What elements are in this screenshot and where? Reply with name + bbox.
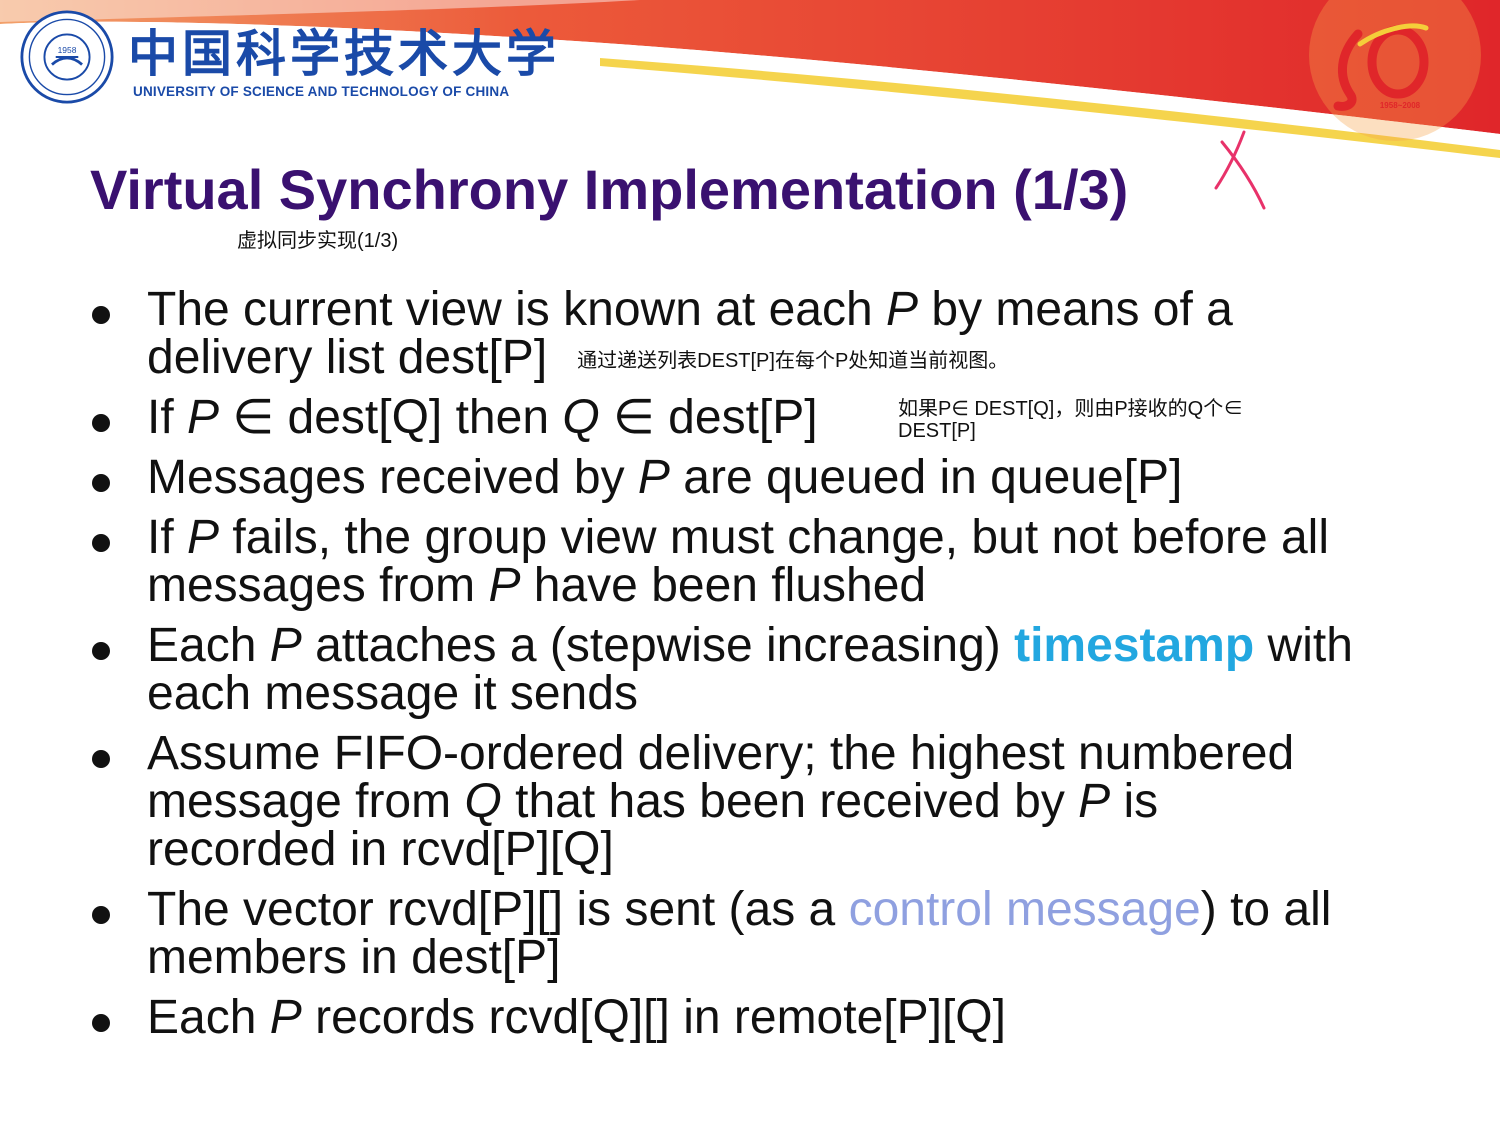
- slide-title: Virtual Synchrony Implementation (1/3): [90, 158, 1129, 221]
- bullet-item: If P ∈ dest[Q] then Q ∈ dest[P]: [92, 391, 818, 444]
- translation-note: 如果P∈ DEST[Q]，则由P接收的Q个∈ DEST[P]: [898, 398, 1244, 442]
- control-message-highlight: control message: [848, 883, 1201, 936]
- handwritten-x-annotation: [1214, 130, 1266, 210]
- bullet-item: The vector rcvd[P][] is sent (as a contr…: [91, 883, 1332, 984]
- university-seal-logo: 1958: [20, 10, 114, 104]
- university-name-cn: 中国科学技术大学: [128, 24, 560, 83]
- bullet-item: Messages received by P are queued in que…: [91, 451, 1183, 504]
- translation-note: 通过递送列表DEST[P]在每个P处知道当前视图。: [577, 350, 1009, 372]
- svg-text:1958~2008: 1958~2008: [1380, 101, 1421, 110]
- svg-text:1958: 1958: [58, 45, 77, 55]
- anniversary-50-logo: 1958~2008: [1333, 23, 1429, 111]
- bullet-item: If P fails, the group view must change, …: [91, 511, 1330, 612]
- title-translation-note: 虚拟同步实现(1/3): [237, 230, 399, 252]
- bullet-item: The current view is known at each P by m…: [92, 283, 1233, 384]
- university-name-en: UNIVERSITY OF SCIENCE AND TECHNOLOGY OF …: [133, 84, 510, 99]
- bullet-item: Each P records rcvd[Q][] in remote[P][Q]: [92, 991, 1006, 1044]
- timestamp-highlight: timestamp: [1014, 619, 1255, 672]
- bullet-item: Each P attaches a (stepwise increasing) …: [92, 619, 1353, 720]
- bullet-item: Assume FIFO-ordered delivery; the highes…: [91, 727, 1295, 876]
